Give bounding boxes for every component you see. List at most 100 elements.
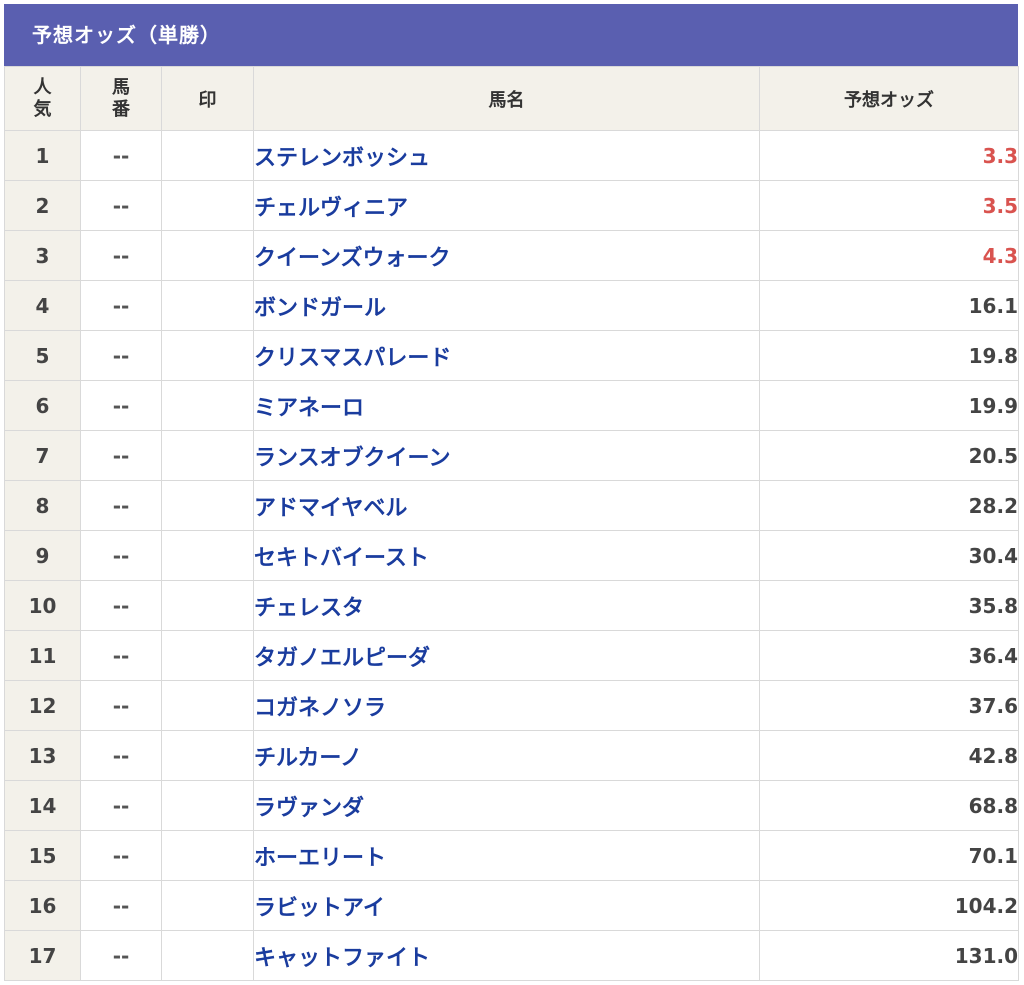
- horse-number: --: [80, 530, 162, 581]
- horse-number: --: [80, 780, 162, 831]
- popularity-rank: 15: [4, 830, 81, 881]
- win-odds: 4.3: [759, 230, 1019, 281]
- horse-number: --: [80, 880, 162, 931]
- table-row: 2 -- チェルヴィニア 3.5: [4, 180, 1019, 231]
- horse-number: --: [80, 630, 162, 681]
- table-row: 6 -- ミアネーロ 19.9: [4, 380, 1019, 431]
- horse-name-cell: セキトバイースト: [253, 530, 760, 581]
- column-header-popularity-line2: 気: [33, 98, 52, 120]
- win-odds: 16.1: [759, 280, 1019, 331]
- horse-number: --: [80, 330, 162, 381]
- table-row: 16 -- ラビットアイ 104.2: [4, 880, 1019, 931]
- win-odds: 42.8: [759, 730, 1019, 781]
- prediction-mark: [161, 530, 254, 581]
- column-header-horse-number: 馬 番: [80, 66, 162, 131]
- popularity-rank: 10: [4, 580, 81, 631]
- prediction-mark: [161, 680, 254, 731]
- prediction-mark: [161, 880, 254, 931]
- win-odds: 36.4: [759, 630, 1019, 681]
- horse-name-link[interactable]: チルカーノ: [254, 746, 362, 771]
- popularity-rank: 6: [4, 380, 81, 431]
- horse-name-link[interactable]: チェレスタ: [254, 596, 364, 621]
- horse-name-cell: ボンドガール: [253, 280, 760, 331]
- horse-number: --: [80, 830, 162, 881]
- prediction-mark: [161, 330, 254, 381]
- odds-table-body: 1 -- ステレンボッシュ 3.3 2 -- チェルヴィニア 3.5 3 -- クイーンズウォーク 4…: [4, 130, 1019, 981]
- win-odds: 104.2: [759, 880, 1019, 931]
- popularity-rank: 1: [4, 130, 81, 181]
- horse-number: --: [80, 930, 162, 981]
- horse-name-cell: ミアネーロ: [253, 380, 760, 431]
- popularity-rank: 11: [4, 630, 81, 681]
- prediction-mark: [161, 930, 254, 981]
- horse-name-cell: クイーンズウォーク: [253, 230, 760, 281]
- prediction-mark: [161, 830, 254, 881]
- horse-name-link[interactable]: チェルヴィニア: [254, 196, 408, 221]
- horse-name-link[interactable]: ランスオブクイーン: [254, 446, 450, 471]
- horse-name-link[interactable]: クリスマスパレード: [254, 346, 451, 371]
- win-odds: 19.9: [759, 380, 1019, 431]
- horse-name-link[interactable]: ラヴァンダ: [254, 796, 364, 821]
- horse-number: --: [80, 130, 162, 181]
- horse-number: --: [80, 480, 162, 531]
- odds-panel: 予想オッズ（単勝） 人 気 馬 番 印 馬名 予想オッズ 1 -- ステレンボッ…: [4, 4, 1019, 981]
- horse-name-cell: クリスマスパレード: [253, 330, 760, 381]
- horse-name-link[interactable]: ミアネーロ: [254, 396, 364, 421]
- popularity-rank: 12: [4, 680, 81, 731]
- table-row: 9 -- セキトバイースト 30.4: [4, 530, 1019, 581]
- horse-name-link[interactable]: コガネノソラ: [254, 696, 386, 721]
- prediction-mark: [161, 780, 254, 831]
- horse-name-link[interactable]: ボンドガール: [254, 296, 386, 321]
- popularity-rank: 5: [4, 330, 81, 381]
- horse-name-link[interactable]: アドマイヤベル: [254, 496, 407, 521]
- prediction-mark: [161, 180, 254, 231]
- horse-name-cell: ラヴァンダ: [253, 780, 760, 831]
- horse-name-link[interactable]: ステレンボッシュ: [254, 146, 430, 171]
- prediction-mark: [161, 230, 254, 281]
- win-odds: 20.5: [759, 430, 1019, 481]
- prediction-mark: [161, 380, 254, 431]
- table-header-row: 人 気 馬 番 印 馬名 予想オッズ: [4, 66, 1019, 131]
- popularity-rank: 17: [4, 930, 81, 981]
- popularity-rank: 9: [4, 530, 81, 581]
- win-odds: 3.3: [759, 130, 1019, 181]
- horse-name-link[interactable]: ラビットアイ: [254, 896, 385, 921]
- horse-name-link[interactable]: タガノエルピーダ: [254, 646, 430, 671]
- win-odds: 19.8: [759, 330, 1019, 381]
- column-header-popularity-line1: 人: [33, 76, 52, 98]
- horse-number: --: [80, 680, 162, 731]
- column-header-number-line2: 番: [112, 98, 130, 120]
- prediction-mark: [161, 280, 254, 331]
- prediction-mark: [161, 580, 254, 631]
- table-row: 4 -- ボンドガール 16.1: [4, 280, 1019, 331]
- horse-name-cell: タガノエルピーダ: [253, 630, 760, 681]
- popularity-rank: 8: [4, 480, 81, 531]
- table-row: 8 -- アドマイヤベル 28.2: [4, 480, 1019, 531]
- prediction-mark: [161, 630, 254, 681]
- horse-name-link[interactable]: セキトバイースト: [254, 546, 429, 571]
- horse-name-cell: チェレスタ: [253, 580, 760, 631]
- prediction-mark: [161, 480, 254, 531]
- popularity-rank: 16: [4, 880, 81, 931]
- horse-number: --: [80, 280, 162, 331]
- popularity-rank: 13: [4, 730, 81, 781]
- horse-name-cell: ホーエリート: [253, 830, 760, 881]
- win-odds: 70.1: [759, 830, 1019, 881]
- table-row: 5 -- クリスマスパレード 19.8: [4, 330, 1019, 381]
- horse-number: --: [80, 730, 162, 781]
- prediction-mark: [161, 730, 254, 781]
- odds-table: 人 気 馬 番 印 馬名 予想オッズ 1 -- ステレンボッシュ 3.3 2 -- チェルヴ…: [4, 66, 1019, 981]
- table-row: 15 -- ホーエリート 70.1: [4, 830, 1019, 881]
- horse-name-link[interactable]: クイーンズウォーク: [254, 246, 450, 271]
- table-row: 7 -- ランスオブクイーン 20.5: [4, 430, 1019, 481]
- horse-name-cell: ラビットアイ: [253, 880, 760, 931]
- horse-name-link[interactable]: キャットファイト: [254, 946, 430, 971]
- table-row: 14 -- ラヴァンダ 68.8: [4, 780, 1019, 831]
- table-row: 3 -- クイーンズウォーク 4.3: [4, 230, 1019, 281]
- win-odds: 3.5: [759, 180, 1019, 231]
- table-row: 1 -- ステレンボッシュ 3.3: [4, 130, 1019, 181]
- popularity-rank: 7: [4, 430, 81, 481]
- horse-name-link[interactable]: ホーエリート: [254, 846, 386, 871]
- horse-name-cell: ランスオブクイーン: [253, 430, 760, 481]
- win-odds: 37.6: [759, 680, 1019, 731]
